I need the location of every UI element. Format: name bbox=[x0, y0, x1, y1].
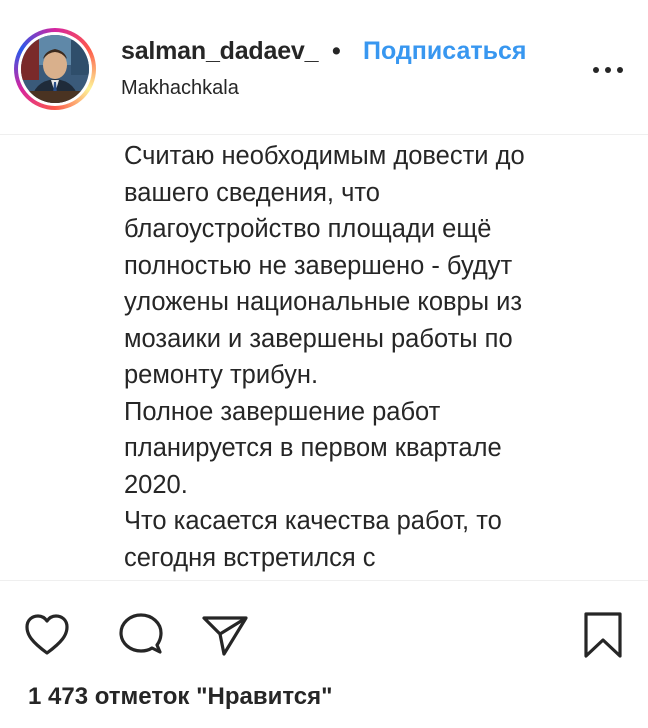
section-divider bbox=[0, 580, 648, 581]
caption-text: Считаю необходимым довести до вашего све… bbox=[124, 142, 525, 572]
more-horizontal-icon[interactable] bbox=[588, 55, 628, 85]
avatar[interactable] bbox=[14, 28, 96, 110]
follow-button[interactable]: Подписаться bbox=[363, 37, 526, 66]
post-header: salman_dadaev_ • Подписаться Makhachkala bbox=[0, 0, 648, 135]
separator-dot: • bbox=[332, 37, 341, 65]
username-link[interactable]: salman_dadaev_ bbox=[121, 37, 319, 66]
bookmark-icon[interactable] bbox=[578, 610, 628, 660]
location-link[interactable]: Makhachkala bbox=[121, 77, 239, 100]
comment-icon[interactable] bbox=[116, 610, 166, 660]
avatar-inner bbox=[18, 32, 92, 106]
heart-icon[interactable] bbox=[22, 610, 72, 660]
share-icon[interactable] bbox=[200, 610, 250, 660]
post-caption: Считаю необходимым довести до вашего све… bbox=[124, 138, 624, 580]
avatar-image bbox=[21, 35, 89, 103]
likes-count[interactable]: 1 473 отметок "Нравится" bbox=[28, 683, 333, 711]
